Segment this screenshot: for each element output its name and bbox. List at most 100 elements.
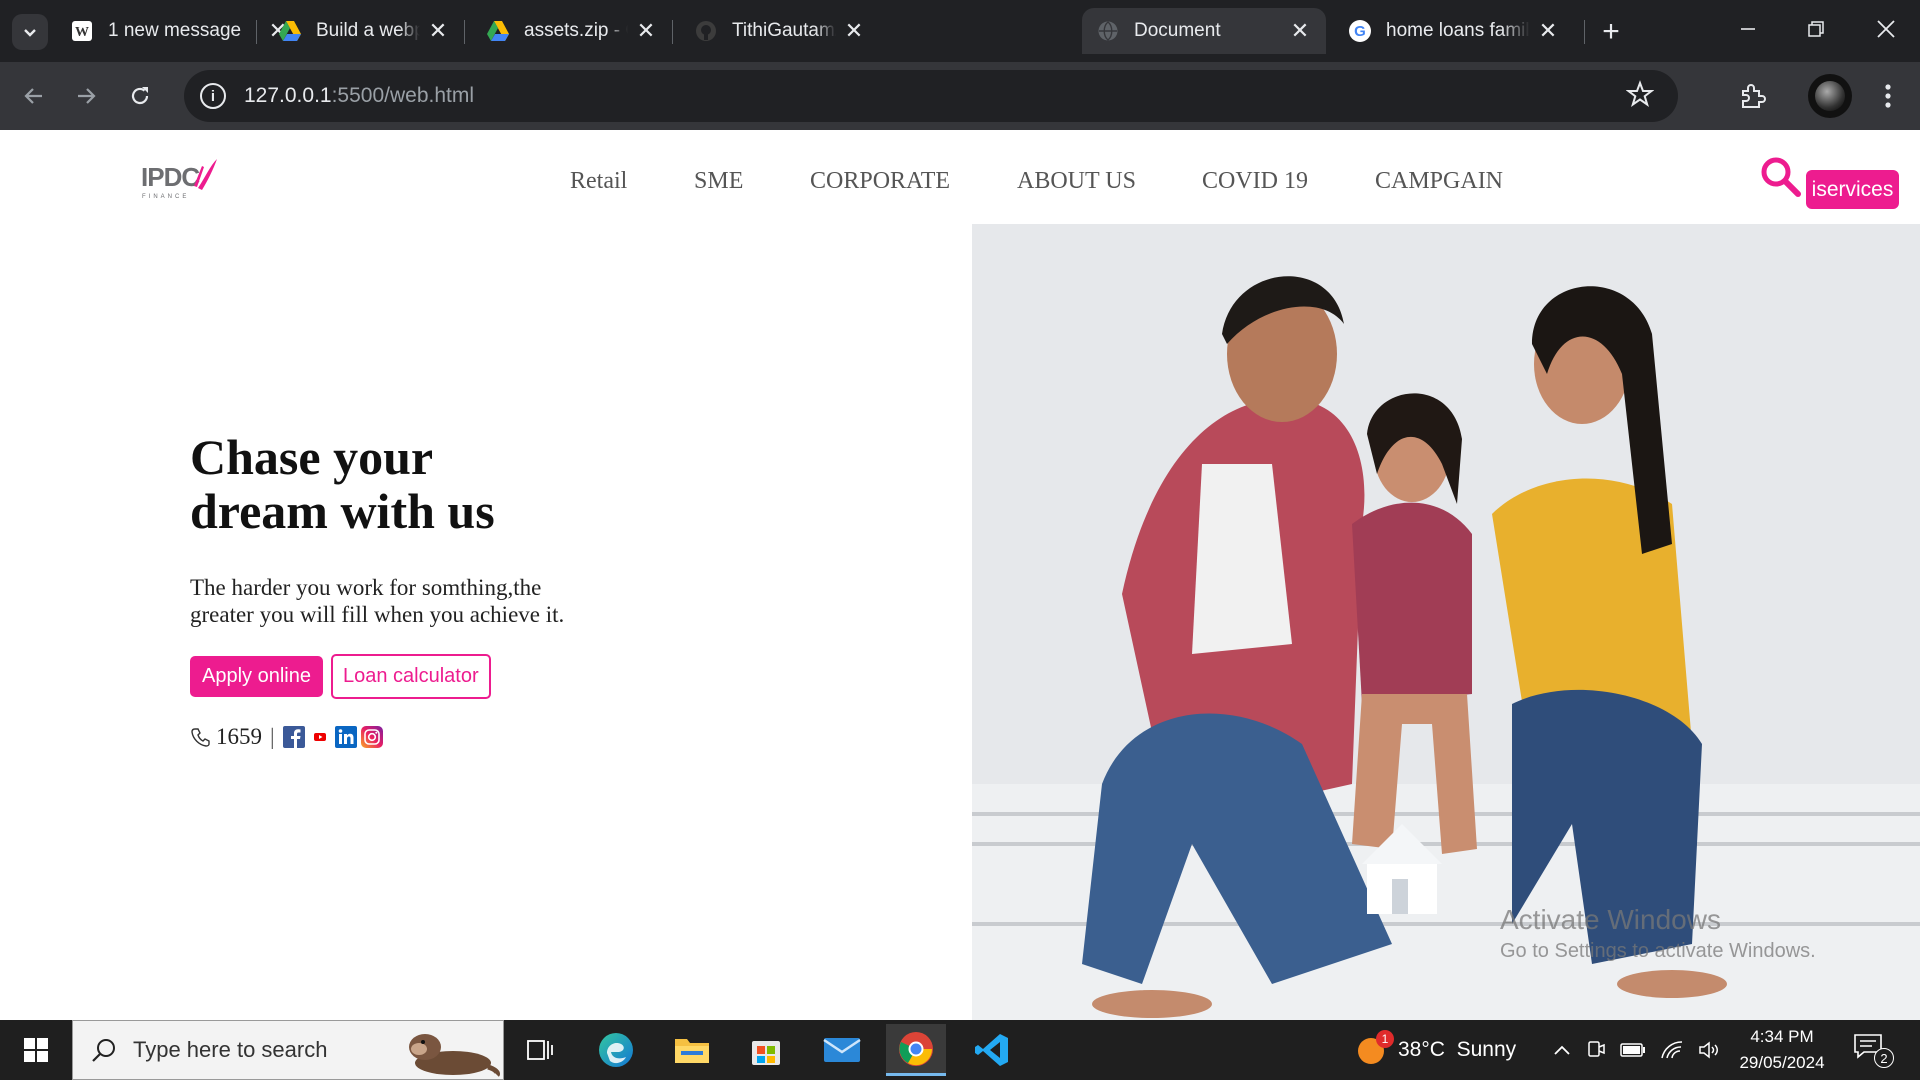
browser-toolbar: i 127.0.0.1:5500/web.html [0, 62, 1920, 130]
close-window-button[interactable] [1852, 0, 1920, 58]
mail-taskbar-app[interactable] [812, 1024, 872, 1076]
edge-taskbar-app[interactable] [586, 1024, 646, 1076]
tab-divider [672, 20, 673, 44]
microsoft-store-taskbar-app[interactable] [736, 1024, 796, 1076]
avatar [1815, 81, 1845, 111]
nav-campgain[interactable]: CAMPGAIN [1375, 168, 1503, 195]
tab-title: home loans family [1386, 20, 1530, 41]
task-view-icon [527, 1040, 553, 1060]
svg-text:W: W [75, 25, 89, 40]
tab-strip: W 1 new message ✕ Build a webpage c ✕ as… [0, 0, 1920, 62]
chevron-down-icon [24, 29, 36, 37]
hero-buttons: Apply online Loan calculator [190, 654, 491, 699]
arrow-right-icon [78, 88, 96, 104]
tab-title: 1 new message [108, 20, 242, 41]
forward-button[interactable] [66, 76, 106, 116]
task-view-button[interactable] [510, 1024, 570, 1076]
new-tab-button[interactable]: + [1593, 14, 1629, 50]
vscode-icon [975, 1034, 1008, 1066]
volume-icon[interactable] [1698, 1040, 1722, 1060]
store-icon [752, 1041, 780, 1065]
tab-divider [1584, 20, 1585, 44]
url-host: 127.0.0.1 [244, 84, 332, 107]
chrome-taskbar-app[interactable] [886, 1024, 946, 1076]
close-icon[interactable]: ✕ [1536, 18, 1560, 43]
extensions-button[interactable] [1732, 76, 1772, 116]
minimize-button[interactable] [1714, 0, 1782, 58]
tab-title: TithiGautam/Async [732, 20, 836, 41]
weather-widget[interactable]: 1 38°C Sunny [1356, 1020, 1516, 1080]
reload-button[interactable] [120, 76, 160, 116]
close-icon[interactable]: ✕ [1288, 18, 1312, 43]
chevron-up-icon[interactable] [1552, 1043, 1572, 1057]
tab-title: Build a webpage c [316, 20, 420, 41]
search-icon[interactable] [1760, 156, 1802, 198]
instagram-icon[interactable] [360, 726, 383, 748]
nav-corporate[interactable]: CORPORATE [810, 168, 950, 195]
hero-family-image [972, 224, 1920, 1020]
iservices-button[interactable]: iservices [1806, 170, 1899, 209]
google-drive-icon [278, 19, 302, 43]
watermark-title: Activate Windows [1500, 904, 1721, 935]
apply-online-button[interactable]: Apply online [190, 656, 323, 697]
more-vertical-icon [1885, 84, 1891, 108]
profile-avatar[interactable] [1808, 74, 1852, 118]
restore-button[interactable] [1782, 0, 1850, 58]
weather-badge: 1 [1376, 1030, 1394, 1048]
bookmark-star-icon[interactable] [1625, 80, 1655, 115]
tab-5-active[interactable]: Document ✕ [1082, 8, 1326, 54]
nav-sme[interactable]: SME [694, 168, 743, 195]
nav-covid-19[interactable]: COVID 19 [1202, 168, 1308, 195]
youtube-icon[interactable] [309, 726, 331, 748]
tab-search-button[interactable] [12, 14, 48, 50]
nav-retail[interactable]: Retail [570, 168, 627, 195]
tab-4[interactable]: TithiGautam/Async ✕ [680, 8, 880, 54]
taskbar-clock[interactable]: 4:34 PM 29/05/2024 [1722, 1024, 1842, 1076]
arrow-left-icon [24, 88, 42, 104]
linkedin-icon[interactable] [334, 726, 357, 748]
wifi-icon[interactable] [1660, 1040, 1684, 1060]
close-icon[interactable]: ✕ [426, 18, 450, 43]
mail-icon [823, 1038, 861, 1062]
weather-text: 38°C Sunny [1398, 1038, 1517, 1061]
subtext-line-1: The harder you work for somthing,the [190, 575, 542, 600]
tab-3[interactable]: assets.zip - Google ✕ [472, 8, 672, 54]
file-explorer-taskbar-app[interactable] [662, 1024, 722, 1076]
clock-time: 4:34 PM [1750, 1027, 1814, 1046]
subtext-line-2: greater you will fill when you achieve i… [190, 602, 565, 627]
browser-menu-button[interactable] [1868, 76, 1908, 116]
edge-icon [599, 1033, 633, 1067]
tab-2[interactable]: Build a webpage c ✕ [264, 8, 464, 54]
phone-number[interactable]: 1659 [216, 724, 262, 750]
battery-icon[interactable] [1620, 1042, 1646, 1058]
close-icon[interactable]: ✕ [842, 18, 866, 43]
back-button[interactable] [14, 76, 54, 116]
watermark-subtitle: Go to Settings to activate Windows. [1500, 940, 1816, 962]
loan-calculator-button[interactable]: Loan calculator [330, 654, 491, 699]
globe-icon [1096, 19, 1120, 43]
url-path: :5500/web.html [331, 84, 475, 107]
taskbar-search-box[interactable]: Type here to search [72, 1020, 504, 1080]
tab-6[interactable]: G home loans family ✕ [1334, 8, 1574, 54]
windows-taskbar: Type here to search 1 38°C Sunny 4:34 PM… [0, 1020, 1920, 1080]
otter-illustration-icon [409, 1034, 500, 1077]
notification-count-badge: 2 [1874, 1048, 1894, 1068]
start-button[interactable] [0, 1020, 72, 1080]
page-viewport: IPDC FINANCE Retail SME CORPORATE ABOUT … [0, 130, 1920, 1020]
close-icon[interactable]: ✕ [634, 18, 658, 43]
google-drive-icon [486, 19, 510, 43]
phone-icon [190, 726, 212, 748]
tab-divider [464, 20, 465, 44]
address-bar[interactable]: i 127.0.0.1:5500/web.html [184, 70, 1678, 122]
activate-windows-watermark: Activate Windows Go to Settings to activ… [1500, 904, 1816, 963]
site-info-icon[interactable]: i [200, 83, 226, 109]
nav-about-us[interactable]: ABOUT US [1017, 168, 1136, 195]
contact-row: 1659 | [190, 724, 383, 750]
vscode-taskbar-app[interactable] [962, 1024, 1022, 1076]
system-tray [1552, 1020, 1722, 1080]
close-icon [1877, 20, 1895, 38]
facebook-icon[interactable] [282, 726, 305, 748]
meet-now-icon[interactable] [1586, 1039, 1606, 1061]
action-center-button[interactable]: 2 [1852, 1032, 1894, 1068]
github-icon [694, 19, 718, 43]
